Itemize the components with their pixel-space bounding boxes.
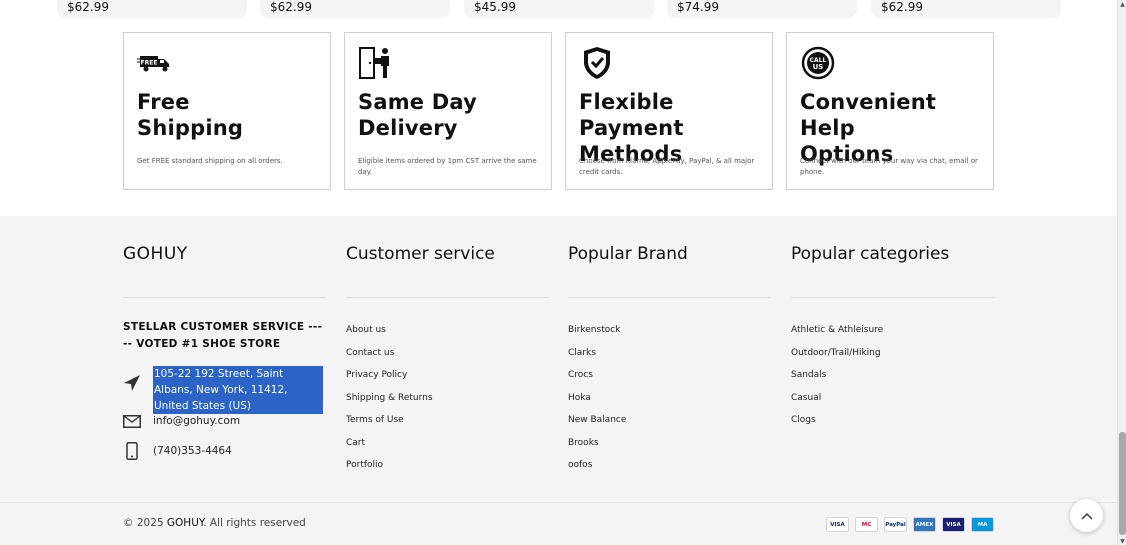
product-card[interactable]: $62.99: [871, 0, 1061, 18]
footer-link-birkenstock[interactable]: Birkenstock: [568, 324, 626, 347]
footer-link-terms-of-use[interactable]: Terms of Use: [346, 414, 433, 437]
feature-convenient-help: CALL US Convenient Help Options Connect wi…: [786, 32, 994, 190]
divider: [346, 297, 549, 298]
back-to-top-button[interactable]: [1070, 499, 1103, 532]
feature-title: Free Shipping: [137, 90, 244, 140]
visa-electron-icon: VISA: [942, 517, 965, 532]
footer-link-sandals[interactable]: Sandals: [791, 369, 883, 392]
footer-link-privacy-policy[interactable]: Privacy Policy: [346, 369, 433, 392]
email-link[interactable]: info@gohuy.com: [153, 413, 240, 429]
paypal-icon: PayPal: [884, 517, 907, 532]
feature-flexible-payment: Flexible Payment Methods Choose from Klar…: [565, 32, 773, 190]
copyright-brand-link[interactable]: GOHUY: [167, 517, 203, 529]
visa-icon: VISA: [826, 517, 849, 532]
footer-link-oofos[interactable]: oofos: [568, 459, 626, 482]
feature-description: Eligible items ordered by 1pm CST arrive…: [358, 157, 537, 176]
popular-categories-links: Athletic & Athleisure Outdoor/Trail/Hiki…: [791, 324, 883, 437]
divider: [791, 297, 994, 298]
footer-link-casual[interactable]: Casual: [791, 392, 883, 415]
footer-link-brooks[interactable]: Brooks: [568, 437, 626, 460]
feature-same-day-delivery: Same Day Delivery Eligible items ordered …: [344, 32, 552, 190]
location-arrow-icon: [123, 374, 141, 392]
feature-description: Connect with our team your way via chat,…: [800, 157, 978, 176]
svg-text:US: US: [813, 63, 824, 71]
product-price: $62.99: [67, 0, 109, 14]
footer-link-clogs[interactable]: Clogs: [791, 414, 883, 437]
payment-methods: VISA MC PayPal AMEX VISA MA: [826, 517, 994, 532]
product-card[interactable]: $62.99: [57, 0, 247, 18]
footer-link-clarks[interactable]: Clarks: [568, 347, 626, 370]
page-scrollbar[interactable]: ▲ ▼: [1117, 0, 1126, 545]
product-card[interactable]: $62.99: [260, 0, 450, 18]
divider: [123, 297, 326, 298]
scrollbar-thumb[interactable]: [1119, 432, 1126, 535]
product-card[interactable]: $74.99: [667, 0, 857, 18]
footer-link-cart[interactable]: Cart: [346, 437, 433, 460]
feature-free-shipping: FREE Free Shipping Get FREE standard ship…: [123, 32, 331, 190]
footer-link-portfolio[interactable]: Portfolio: [346, 459, 433, 482]
product-price: $45.99: [474, 0, 516, 14]
footer-link-outdoor-trail-hiking[interactable]: Outdoor/Trail/Hiking: [791, 347, 883, 370]
footer-link-new-balance[interactable]: New Balance: [568, 414, 626, 437]
envelope-icon: [123, 412, 141, 430]
divider: [0, 502, 1117, 503]
footer-phone[interactable]: (740)353-4464: [123, 442, 232, 460]
product-price: $62.99: [881, 0, 923, 14]
popular-categories-heading: Popular categories: [791, 244, 950, 264]
maestro-icon: MA: [971, 517, 994, 532]
door-delivery-person-icon: [358, 46, 394, 80]
amex-icon: AMEX: [913, 517, 936, 532]
feature-title: Same Day Delivery: [358, 90, 477, 140]
free-delivery-truck-icon: FREE: [137, 46, 173, 80]
footer-tagline: STELLAR CUSTOMER SERVICE ----- VOTED #1 …: [123, 321, 323, 350]
svg-text:FREE: FREE: [141, 60, 158, 67]
customer-service-links: About us Contact us Privacy Policy Shipp…: [346, 324, 433, 482]
footer-brand: GOHUY: [123, 244, 188, 264]
site-footer: GOHUY STELLAR CUSTOMER SERVICE ----- VOT…: [0, 216, 1117, 545]
footer-link-contact-us[interactable]: Contact us: [346, 347, 433, 370]
footer-link-crocs[interactable]: Crocs: [568, 369, 626, 392]
mobile-phone-icon: [123, 442, 141, 460]
mastercard-icon: MC: [855, 517, 878, 532]
popular-brand-heading: Popular Brand: [568, 244, 688, 264]
feature-description: Choose from Klarna, ApplePay, PayPal, & …: [579, 157, 755, 176]
footer-link-athletic-athleisure[interactable]: Athletic & Athleisure: [791, 324, 883, 347]
call-us-icon: CALL US: [800, 46, 836, 80]
page: $62.99 $62.99 $45.99 $74.99 $62.99 FREE …: [0, 0, 1117, 545]
chevron-up-icon: [1081, 512, 1092, 519]
phone-link[interactable]: (740)353-4464: [153, 443, 232, 459]
popular-brand-links: Birkenstock Clarks Crocs Hoka New Balanc…: [568, 324, 626, 482]
scroll-up-arrow-icon[interactable]: ▲: [1119, 0, 1126, 8]
footer-address: 105-22 192 Street, Saint Albans, New Yor…: [123, 366, 323, 414]
footer-email[interactable]: info@gohuy.com: [123, 412, 240, 430]
divider: [568, 297, 771, 298]
product-strip: $62.99 $62.99 $45.99 $74.99 $62.99: [0, 0, 1117, 20]
shield-check-icon: [579, 46, 615, 80]
copyright: © 2025 GOHUY. All rights reserved: [123, 517, 306, 529]
address-text: 105-22 192 Street, Saint Albans, New Yor…: [153, 366, 323, 414]
customer-service-heading: Customer service: [346, 244, 495, 264]
product-price: $74.99: [677, 0, 719, 14]
footer-link-hoka[interactable]: Hoka: [568, 392, 626, 415]
footer-link-shipping-returns[interactable]: Shipping & Returns: [346, 392, 433, 415]
scroll-down-arrow-icon[interactable]: ▼: [1119, 537, 1126, 545]
product-price: $62.99: [270, 0, 312, 14]
footer-link-about-us[interactable]: About us: [346, 324, 433, 347]
feature-description: Get FREE standard shipping on all orders…: [137, 157, 283, 165]
product-card[interactable]: $45.99: [464, 0, 654, 18]
